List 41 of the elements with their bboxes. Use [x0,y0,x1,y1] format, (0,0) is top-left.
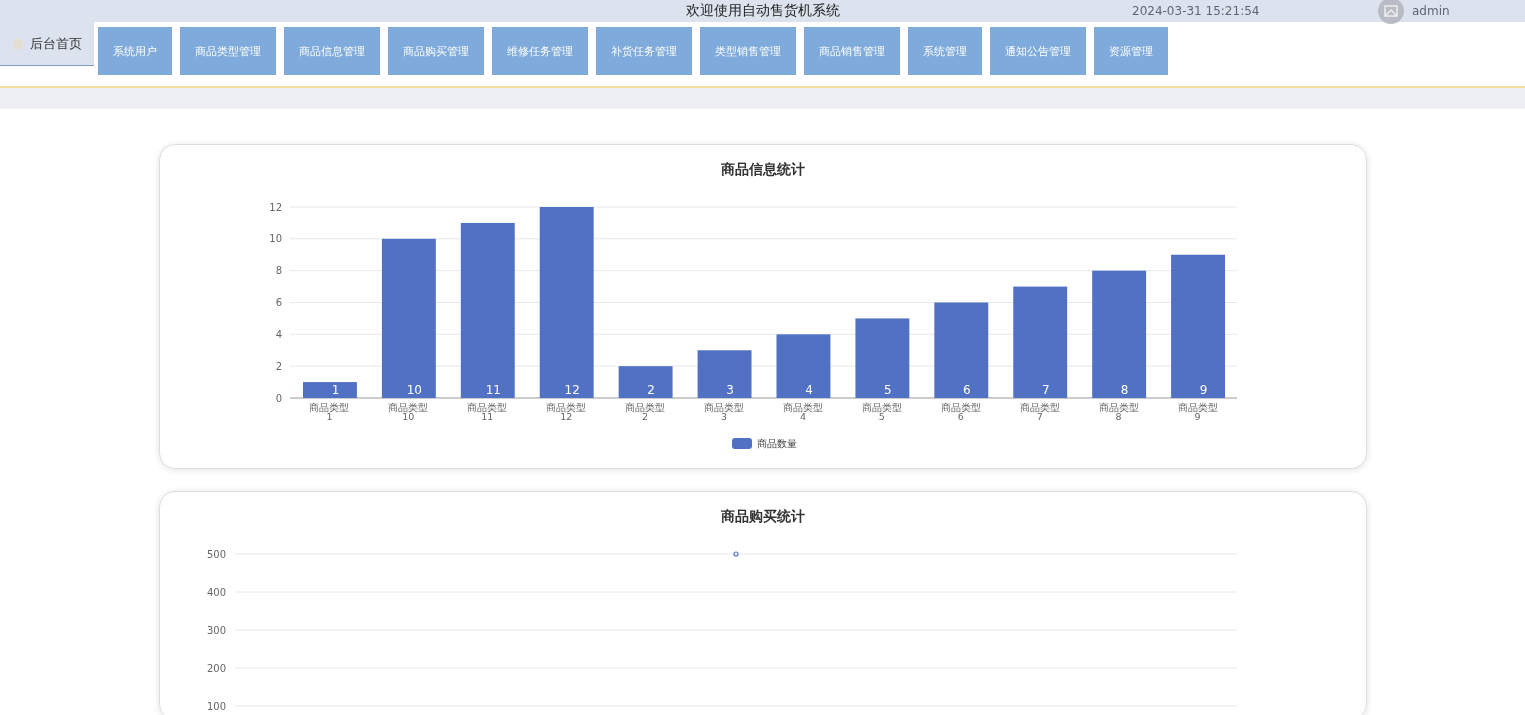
category-label: 商品类型 3 [703,402,744,422]
axis-tick-label: 300 [206,624,226,636]
bar-value-label: 12 [564,383,580,397]
bar-value-label: 6 [962,383,971,397]
axis-tick-label: 12 [268,201,282,213]
bar-value-label: 2 [646,383,655,397]
category-label: 商品类型 10 [387,402,428,422]
axis-tick-label: 200 [206,662,226,674]
category-label: 商品类型 7 [1019,402,1060,422]
axis-tick-label: 2 [275,360,282,372]
category-label: 商品类型 2 [624,402,665,422]
category-label: 商品类型 8 [1098,402,1139,422]
axis-tick-label: 0 [275,392,282,404]
axis-tick-label: 400 [206,586,226,598]
category-label: 商品类型 4 [782,402,823,422]
datetime-text: 2024-03-31 15:21:54 [1132,4,1260,18]
category-label: 商品类型 5 [861,402,902,422]
axis-tick-label: 4 [275,328,282,340]
category-label: 商品类型 11 [466,402,507,422]
bar-value-label: 11 [485,383,501,397]
bar-value-label: 3 [725,383,734,397]
bar-value-label: 9 [1199,383,1207,397]
chart-title: 商品信息统计 [719,161,806,179]
bar-value-label: 1 [331,383,339,397]
axis-tick-label: 500 [206,548,226,560]
bar-value-label: 4 [804,383,813,397]
bar-value-label: 10 [406,383,422,397]
bar-value-label: 7 [1041,383,1050,397]
category-label: 商品类型 12 [545,402,586,422]
system-title: 欢迎使用自动售货机系统 [685,2,840,20]
category-label: 商品类型 9 [1177,402,1218,422]
legend-label: 商品数量 [756,438,797,449]
axis-tick-label: 100 [206,700,226,712]
chart-title: 商品购买统计 [719,508,806,526]
axis-tick-label: 8 [275,265,282,277]
category-label: 商品类型 6 [940,402,981,422]
axis-tick-label: 6 [275,297,282,308]
bar-value-label: 8 [1120,383,1128,397]
bar-value-label: 5 [883,383,892,397]
category-label: 商品类型 1 [308,402,349,422]
axis-tick-label: 10 [268,233,282,245]
